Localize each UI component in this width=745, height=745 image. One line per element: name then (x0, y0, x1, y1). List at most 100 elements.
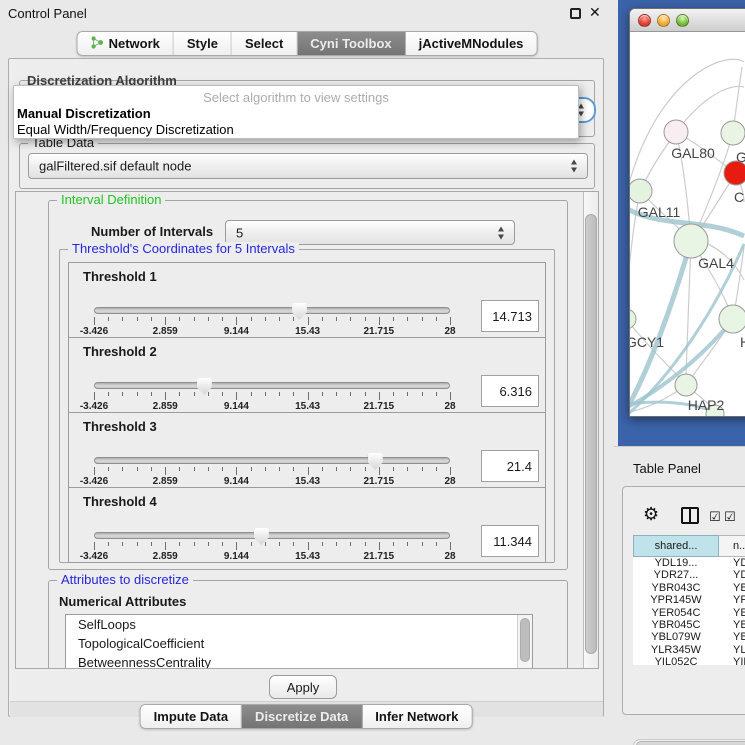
slider-tick-mark (122, 317, 123, 321)
cell-shared-name[interactable]: YPR145W (633, 594, 719, 606)
slider-tick-mark (308, 467, 309, 475)
network-window-titlebar[interactable] (630, 9, 745, 32)
cell-shared-name[interactable]: YDR27... (633, 569, 719, 581)
table-row[interactable]: YBL079WYBL0 (633, 631, 745, 643)
table-row[interactable]: YLR345WYLR3 (633, 644, 745, 656)
table-data-combobox[interactable]: galFiltered.sif default node (28, 153, 588, 179)
settings-scrollbar-thumb[interactable] (585, 214, 597, 654)
slider-tick-mark (137, 392, 138, 396)
slider-tick-mark (436, 317, 437, 321)
cell-name[interactable]: YIL0 (719, 656, 745, 665)
table-horizontal-scrollbar[interactable] (633, 739, 745, 745)
numerical-attributes-list[interactable]: SelfLoops TopologicalCoefficient Between… (65, 614, 533, 669)
threshold-3-slider[interactable]: -3.4262.8599.14415.4321.71528 (94, 453, 450, 487)
settings-gear-icon[interactable]: ⚙ (643, 504, 659, 525)
cell-name[interactable]: YPR1 (719, 594, 745, 606)
slider-tick-mark (379, 467, 380, 475)
threshold-4-slider[interactable]: -3.4262.8599.14415.4321.71528 (94, 528, 450, 562)
close-icon[interactable]: ✕ (589, 4, 601, 21)
tab-jactivemnodules[interactable]: jActiveMNodules (406, 32, 537, 55)
slider-tick-mark (236, 392, 237, 400)
float-window-icon[interactable] (570, 8, 581, 19)
table-data-value: galFiltered.sif default node (39, 159, 191, 174)
cell-shared-name[interactable]: YIL052C (633, 656, 719, 665)
table-scrollbar-thumb[interactable] (636, 741, 745, 745)
threshold-1-slider[interactable]: -3.4262.8599.14415.4321.71528 (94, 303, 450, 337)
threshold-label: Threshold 2 (83, 344, 157, 359)
tab-discretize-data[interactable]: Discretize Data (242, 705, 362, 728)
cell-shared-name[interactable]: YBR045C (633, 619, 719, 631)
checkbox-checked-icon[interactable]: ☑ (724, 509, 736, 525)
network-node[interactable] (719, 305, 745, 333)
slider-tick-mark (94, 467, 95, 475)
split-columns-icon[interactable] (681, 507, 699, 524)
popup-option-equal-width[interactable]: Equal Width/Frequency Discretization (14, 121, 578, 137)
list-scrollbar[interactable] (517, 615, 532, 669)
cell-shared-name[interactable]: YBL079W (633, 631, 719, 643)
list-scrollbar-thumb[interactable] (520, 618, 530, 662)
threshold-3-value-field[interactable]: 21.4 (481, 450, 539, 482)
column-header-shared-name[interactable]: shared... (633, 535, 719, 557)
tab-select[interactable]: Select (232, 32, 297, 55)
tab-network[interactable]: Network (78, 32, 174, 55)
close-traffic-light-icon[interactable] (638, 14, 651, 27)
cell-shared-name[interactable]: YDL19... (633, 557, 719, 569)
table-row[interactable]: YIL052CYIL0 (633, 656, 745, 665)
minimize-traffic-light-icon[interactable] (657, 14, 670, 27)
network-node[interactable] (721, 121, 745, 145)
table-row[interactable]: YER054CYER0 (633, 607, 745, 619)
network-node[interactable] (675, 374, 697, 396)
cell-name[interactable]: YDL1 (719, 557, 745, 569)
network-node[interactable] (630, 309, 636, 329)
column-header-name[interactable]: n... (719, 535, 745, 557)
slider-tick-mark (293, 467, 294, 471)
popup-option-manual-discretization[interactable]: Manual Discretization (14, 105, 578, 121)
network-node[interactable] (630, 179, 652, 203)
list-item-selfloops[interactable]: SelfLoops (66, 615, 532, 634)
tab-impute-data[interactable]: Impute Data (141, 705, 242, 728)
checkbox-checked-icon[interactable]: ☑ (709, 509, 721, 525)
tab-infer-network[interactable]: Infer Network (362, 705, 471, 728)
network-canvas[interactable]: GAL80GACGAL11GAL4GCY1HHAP2 (630, 32, 745, 417)
threshold-2-panel: Threshold 2 -3.4262.8599.14415.4321.7152… (68, 337, 546, 413)
tab-style[interactable]: Style (174, 32, 232, 55)
cell-shared-name[interactable]: YBR043C (633, 582, 719, 594)
threshold-2-value-field[interactable]: 6.316 (481, 375, 539, 407)
cell-name[interactable]: YDR2 (719, 569, 745, 581)
list-item-topologicalcoefficient[interactable]: TopologicalCoefficient (66, 634, 532, 653)
control-panel-titlebar: Control Panel ✕ (0, 0, 614, 26)
cell-name[interactable]: YBL0 (719, 631, 745, 643)
cell-name[interactable]: YER0 (719, 607, 745, 619)
tab-cyni-toolbox[interactable]: Cyni Toolbox (297, 32, 405, 55)
network-view-window[interactable]: GAL80GACGAL11GAL4GCY1HHAP2 (629, 8, 745, 417)
cell-shared-name[interactable]: YLR345W (633, 644, 719, 656)
network-node[interactable] (664, 120, 688, 144)
tab-label: Network (109, 36, 160, 51)
cell-shared-name[interactable]: YER054C (633, 607, 719, 619)
slider-tick-mark (208, 317, 209, 321)
network-node[interactable] (674, 224, 708, 258)
list-item-betweennesscentrality[interactable]: BetweennessCentrality (66, 653, 532, 669)
cell-name[interactable]: YBR0 (719, 619, 745, 631)
cell-name[interactable]: YBR0 (719, 582, 745, 594)
slider-tick-label: -3.426 (80, 401, 108, 412)
settings-scrollbar[interactable] (583, 192, 598, 668)
network-edge[interactable] (630, 59, 744, 180)
slider-tick-mark (179, 467, 180, 471)
threshold-4-value-field[interactable]: 11.344 (481, 525, 539, 557)
cell-name[interactable]: YLR3 (719, 644, 745, 656)
table-row[interactable]: YBR045CYBR0 (633, 619, 745, 631)
top-tab-bar: Network Style Select Cyni Toolbox jActiv… (77, 31, 538, 56)
table-row[interactable]: YBR043CYBR0 (633, 582, 745, 594)
slider-tick-mark (308, 392, 309, 400)
apply-button[interactable]: Apply (269, 675, 337, 699)
table-body[interactable]: YDL19...YDL1YDR27...YDR2YBR043CYBR0YPR14… (633, 557, 745, 665)
table-row[interactable]: YPR145WYPR1 (633, 594, 745, 606)
threshold-2-slider[interactable]: -3.4262.8599.14415.4321.71528 (94, 378, 450, 412)
zoom-traffic-light-icon[interactable] (676, 14, 689, 27)
table-row[interactable]: YDR27...YDR2 (633, 569, 745, 581)
slider-tick-label: 21.715 (364, 551, 395, 562)
threshold-1-value-field[interactable]: 14.713 (481, 300, 539, 332)
slider-tick-mark (450, 392, 451, 400)
table-row[interactable]: YDL19...YDL1 (633, 557, 745, 569)
